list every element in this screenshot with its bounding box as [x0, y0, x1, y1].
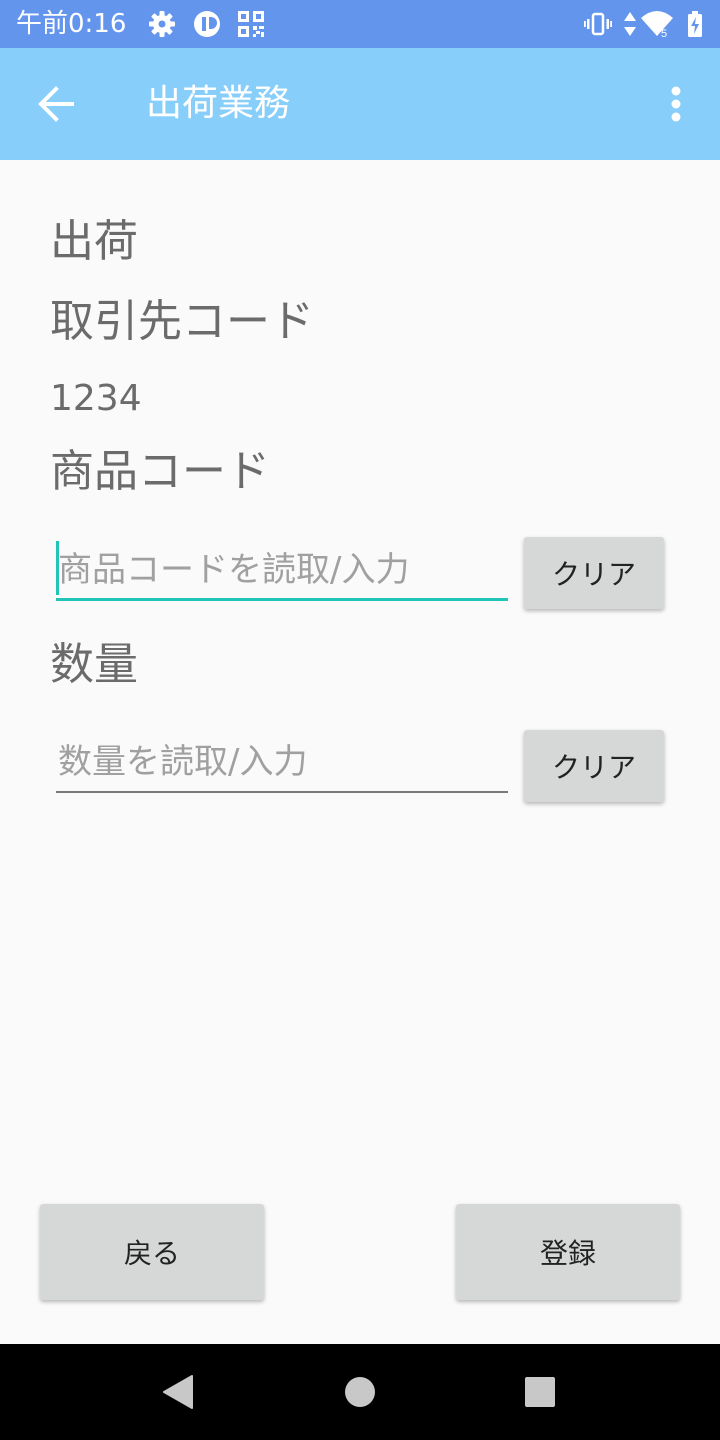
status-time: 午前0:16	[16, 9, 127, 39]
gear-icon	[148, 10, 176, 38]
nav-recents-icon	[525, 1377, 555, 1407]
system-navigation-bar	[0, 1344, 720, 1440]
product-code-clear-button[interactable]: クリア	[524, 537, 664, 609]
quantity-clear-button[interactable]: クリア	[524, 730, 664, 802]
battery-charging-icon	[686, 10, 704, 38]
app-title: 出荷業務	[146, 83, 291, 124]
more-vert-icon	[671, 86, 681, 122]
screen-heading: 出荷	[50, 216, 138, 267]
wifi-badge: 5	[661, 28, 667, 38]
data-arrows-icon	[620, 10, 640, 38]
nav-home-icon	[345, 1377, 375, 1407]
app-badge-icon	[193, 10, 221, 38]
arrow-left-icon	[38, 86, 74, 122]
text-caret	[56, 541, 59, 595]
customer-code-label: 取引先コード	[50, 296, 314, 347]
nav-back-button[interactable]	[156, 1368, 204, 1416]
overflow-menu-button[interactable]	[654, 76, 698, 132]
quantity-input[interactable]	[56, 733, 508, 793]
quantity-label: 数量	[50, 639, 138, 690]
nav-back-icon	[163, 1375, 193, 1409]
product-code-input[interactable]	[56, 541, 508, 601]
wifi-icon: 5	[640, 10, 674, 38]
back-action-button[interactable]: 戻る	[40, 1204, 264, 1300]
qr-code-icon	[237, 10, 265, 38]
back-button[interactable]	[28, 76, 84, 132]
customer-code-value: 1234	[50, 378, 142, 419]
nav-recents-button[interactable]	[516, 1368, 564, 1416]
app-bar: 出荷業務	[0, 48, 720, 160]
vibrate-icon	[584, 10, 612, 38]
register-button[interactable]: 登録	[456, 1204, 680, 1300]
product-code-label: 商品コード	[50, 446, 270, 497]
status-bar: 午前0:16 5	[0, 0, 720, 48]
nav-home-button[interactable]	[336, 1368, 384, 1416]
